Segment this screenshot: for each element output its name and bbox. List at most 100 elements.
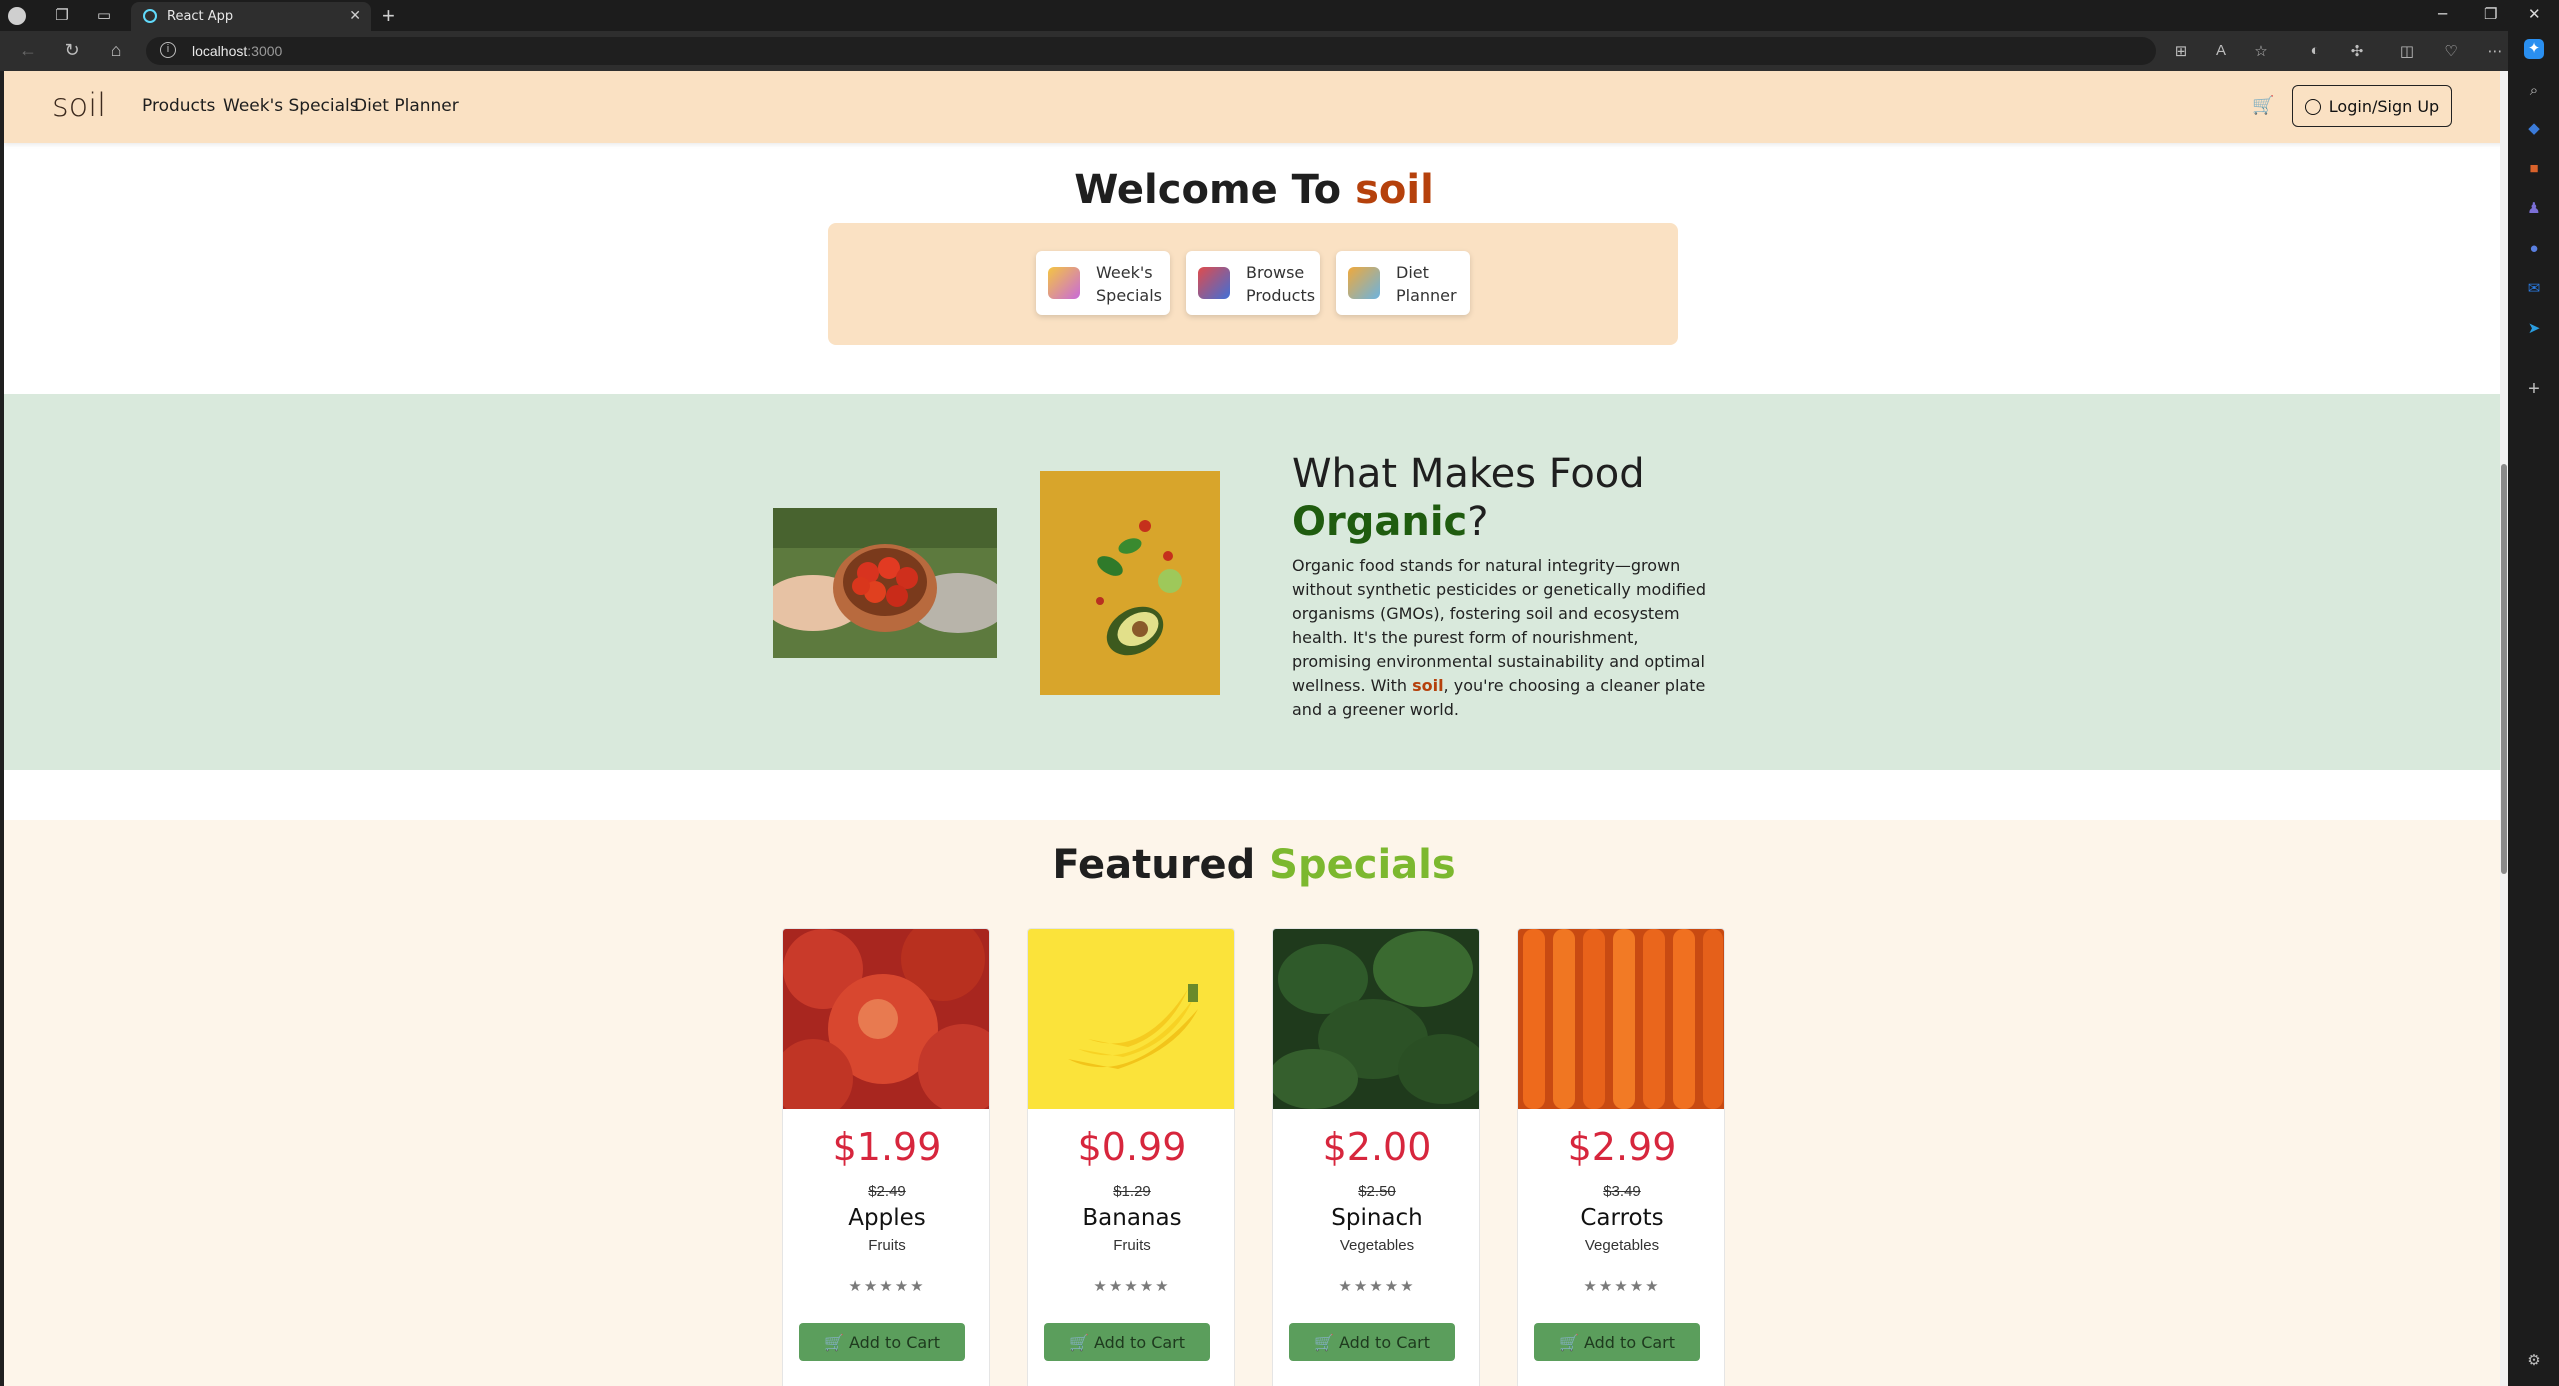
floating-vegetables-image: [1040, 471, 1220, 695]
organic-heading: What Makes Food Organic?: [1292, 451, 1645, 545]
product-price: $2.99: [1567, 1125, 1677, 1169]
tomato-bowl-image: [773, 508, 997, 658]
specials-icon: [1048, 267, 1080, 299]
quick-link-weeks-specials[interactable]: Week's Specials: [1036, 251, 1170, 315]
nav-link-diet-planner[interactable]: Diet Planner: [354, 96, 459, 116]
restore-icon[interactable]: ❐: [2484, 5, 2497, 23]
extension-icon[interactable]: ◐: [2304, 42, 2326, 59]
new-tab-icon[interactable]: +: [382, 3, 395, 29]
nav-link-weeks-specials[interactable]: Week's Specials: [223, 96, 359, 116]
product-rating-stars: ★★★★★: [848, 1278, 926, 1295]
browser-window: ❐ ▭ React App ✕ + ─ ❐ ✕ ← ↻ ⌂ i localhos…: [0, 0, 2559, 1386]
product-name: Bananas: [1082, 1205, 1182, 1231]
workspaces-icon[interactable]: ❐: [52, 6, 72, 26]
product-rating-stars: ★★★★★: [1338, 1278, 1416, 1295]
extensions-puzzle-icon[interactable]: ✣: [2346, 42, 2368, 60]
shopping-tag-icon[interactable]: ◆: [2524, 119, 2544, 139]
browser-essentials-icon[interactable]: ♡: [2440, 42, 2462, 60]
scrollbar-thumb[interactable]: [2501, 464, 2507, 874]
product-old-price: $2.50: [1358, 1183, 1396, 1200]
product-category: Vegetables: [1339, 1237, 1415, 1254]
edge-sidebar: ✦ ⌕ ◆ ■ ♟ ● ✉ ➤ + ⚙: [2508, 31, 2559, 1386]
react-favicon-icon: [143, 9, 157, 23]
apples-image: [783, 929, 989, 1109]
read-aloud-icon[interactable]: A: [2210, 42, 2232, 59]
cart-icon: 🛒: [823, 1332, 849, 1352]
outlook-icon[interactable]: ✉: [2524, 279, 2544, 299]
microsoft365-icon[interactable]: ●: [2524, 239, 2544, 259]
split-screen-icon[interactable]: ◫: [2396, 42, 2418, 60]
product-card-carrots[interactable]: $2.99 $3.49 Carrots Vegetables ★★★★★ 🛒 A…: [1517, 928, 1725, 1386]
product-category: Fruits: [1113, 1237, 1151, 1254]
more-options-icon[interactable]: ⋯: [2484, 42, 2506, 60]
diet-planner-icon: [1348, 267, 1380, 299]
nav-link-products[interactable]: Products: [142, 96, 215, 116]
browse-products-icon: [1198, 267, 1230, 299]
browser-tab[interactable]: React App ✕: [131, 2, 371, 31]
sidebar-settings-icon[interactable]: ⚙: [2524, 1351, 2544, 1371]
tab-bar: ❐ ▭ React App ✕ + ─ ❐ ✕: [0, 0, 2559, 31]
product-old-price: $2.49: [868, 1183, 906, 1200]
welcome-brand: soil: [1355, 167, 1434, 213]
refresh-icon[interactable]: ↻: [60, 40, 84, 61]
bananas-image: [1028, 929, 1234, 1109]
back-icon[interactable]: ←: [16, 40, 40, 61]
tab-actions-icon[interactable]: ▭: [94, 6, 114, 26]
product-old-price: $1.29: [1113, 1183, 1151, 1200]
product-price: $0.99: [1077, 1125, 1187, 1169]
add-to-cart-button[interactable]: 🛒 Add to Cart: [1534, 1323, 1700, 1361]
app-available-icon[interactable]: ⊞: [2170, 42, 2192, 60]
site-info-icon[interactable]: i: [160, 42, 176, 58]
user-circle-icon: [2304, 98, 2321, 115]
product-rating-stars: ★★★★★: [1093, 1278, 1171, 1295]
organic-description: Organic food stands for natural integrit…: [1292, 556, 1707, 719]
quick-links-panel: Week's Specials Browse Products Diet Planne…: [828, 223, 1678, 345]
featured-specials-section: Featured Specials $1.99 $2.49 Apples Fru…: [4, 820, 2504, 1386]
product-category: Vegetables: [1584, 1237, 1660, 1254]
brand-logo[interactable]: soil: [52, 86, 106, 124]
site-navbar: soil Products Week's Specials Diet Plann…: [4, 71, 2504, 143]
carrots-image: [1518, 929, 1724, 1109]
home-icon[interactable]: ⌂: [104, 40, 128, 61]
url-text: localhost:3000: [192, 43, 283, 59]
quick-link-diet-planner[interactable]: Diet Planner: [1336, 251, 1470, 315]
cart-icon: 🛒: [1313, 1332, 1339, 1352]
spinach-image: [1273, 929, 1479, 1109]
close-tab-icon[interactable]: ✕: [349, 7, 361, 24]
cart-icon: 🛒: [1558, 1332, 1584, 1352]
product-card-spinach[interactable]: $2.00 $2.50 Spinach Vegetables ★★★★★ 🛒 A…: [1272, 928, 1480, 1386]
close-window-icon[interactable]: ✕: [2528, 5, 2541, 23]
add-to-cart-button[interactable]: 🛒 Add to Cart: [799, 1323, 965, 1361]
copilot-icon[interactable]: ✦: [2524, 39, 2544, 59]
add-to-cart-button[interactable]: 🛒 Add to Cart: [1289, 1323, 1455, 1361]
welcome-heading: Welcome To soil: [1074, 167, 1434, 213]
page-scrollbar[interactable]: [2500, 71, 2508, 1386]
add-to-cart-button[interactable]: 🛒 Add to Cart: [1044, 1323, 1210, 1361]
product-old-price: $3.49: [1603, 1183, 1641, 1200]
product-name: Spinach: [1331, 1205, 1423, 1231]
product-price: $2.00: [1322, 1125, 1432, 1169]
favorite-star-icon[interactable]: ☆: [2250, 42, 2272, 60]
send-icon[interactable]: ➤: [2524, 319, 2544, 339]
tab-title: React App: [167, 9, 234, 24]
product-card-bananas[interactable]: $0.99 $1.29 Bananas Fruits ★★★★★ 🛒 Add t…: [1027, 928, 1235, 1386]
cart-icon: 🛒: [1068, 1332, 1094, 1352]
sidebar-search-icon[interactable]: ⌕: [2524, 81, 2544, 101]
url-field[interactable]: i localhost:3000: [146, 37, 2156, 65]
games-icon[interactable]: ♟: [2524, 199, 2544, 219]
quick-link-browse-products[interactable]: Browse Products: [1186, 251, 1320, 315]
product-card-apples[interactable]: $1.99 $2.49 Apples Fruits ★★★★★ 🛒 Add to…: [782, 928, 990, 1386]
login-signup-label: Login/Sign Up: [2328, 96, 2440, 116]
featured-heading: Featured Specials: [1052, 842, 1456, 888]
address-bar-row: ← ↻ ⌂ i localhost:3000 ⊞ A ☆ ◐ ✣ ◫ ♡ ⋯: [0, 31, 2559, 71]
product-name: Apples: [848, 1205, 926, 1231]
product-name: Carrots: [1580, 1205, 1664, 1231]
organic-section: What Makes Food Organic? Organic food st…: [4, 394, 2504, 770]
organic-highlight: Organic: [1292, 499, 1468, 545]
profile-icon[interactable]: [8, 7, 26, 25]
tools-icon[interactable]: ■: [2524, 159, 2544, 179]
add-sidebar-app-icon[interactable]: +: [2524, 379, 2544, 399]
login-signup-button[interactable]: Login/Sign Up: [2292, 85, 2452, 127]
minimize-icon[interactable]: ─: [2438, 5, 2447, 23]
cart-icon[interactable]: 🛒: [2252, 95, 2274, 116]
